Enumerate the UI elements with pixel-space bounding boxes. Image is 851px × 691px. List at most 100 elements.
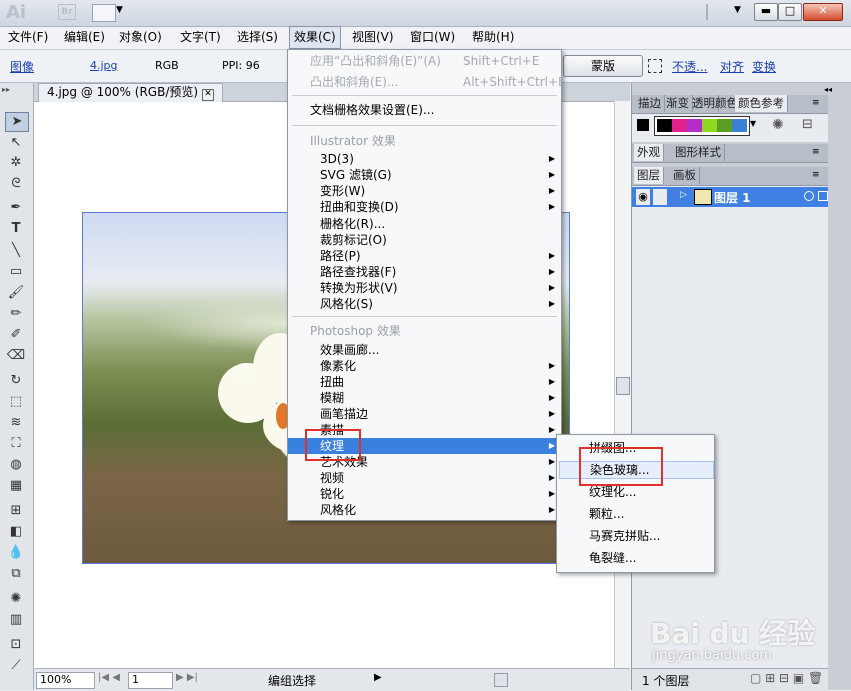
menu-item-pathfinder[interactable]: 路径查找器(F) ▶ [288,264,561,280]
menu-effect[interactable]: 效果(C) [289,26,341,49]
mask-button[interactable]: 蒙版 [563,55,643,77]
close-tab-icon[interactable]: ✕ [202,89,215,101]
eraser-tool-icon[interactable]: ⌫ [5,347,27,365]
page-field[interactable]: 1 [128,672,173,689]
direct-selection-tool-icon[interactable]: ↖ [5,134,27,152]
lasso-tool-icon[interactable]: ᘓ [5,175,27,193]
color-wheel-icon[interactable]: ✺ [772,117,784,133]
free-transform-tool-icon[interactable]: ⛶ [5,435,27,453]
menu-item-raster-settings[interactable]: 文档栅格效果设置(E)... [288,102,561,118]
transform-link[interactable]: 变换 [752,58,776,75]
blend-tool-icon[interactable]: ⧉ [5,565,27,583]
menu-item-3d[interactable]: 3D(3) ▶ [288,151,561,167]
harmony-swatch[interactable] [687,119,702,132]
status-menu-arrow[interactable]: ▶ [374,672,382,683]
submenu-item-craquelure[interactable]: 龟裂缝... [557,550,714,566]
close-button[interactable]: ✕ [803,3,843,21]
opacity-link[interactable]: 不透... [672,58,707,75]
collapse-dock-icon[interactable]: ◂◂ [824,85,832,94]
mesh-tool-icon[interactable]: ⊞ [5,502,27,520]
shape-builder-tool-icon[interactable]: ◍ [5,456,27,474]
artboard-tool-icon[interactable]: ⊡ [5,636,27,654]
menu-item-stylize-ps[interactable]: 风格化 ▶ [288,502,561,518]
menu-item-effect-gallery[interactable]: 效果画廊... [288,342,561,358]
tab-color-guide[interactable]: 颜色参考 [735,95,788,112]
menu-item-rasterize[interactable]: 栅格化(R)... [288,216,561,232]
eyedropper-tool-icon[interactable]: 💧 [5,544,27,562]
rectangle-tool-icon[interactable]: ▭ [5,263,27,281]
tab-stroke[interactable]: 描边 [635,95,665,112]
menu-object[interactable]: 对象(O) [115,27,166,48]
align-link[interactable]: 对齐 [720,58,744,75]
transform-bounds-icon[interactable] [648,59,662,73]
horizontal-scroll-thumb[interactable] [494,673,508,687]
menu-item-convert-to-shape[interactable]: 转换为形状(V) ▶ [288,280,561,296]
tab-appearance[interactable]: 外观 [634,144,664,161]
lock-toggle-icon[interactable] [653,189,667,205]
expand-layer-icon[interactable]: ▷ [680,190,687,200]
menu-file[interactable]: 文件(F) [4,27,52,48]
menu-item-warp[interactable]: 变形(W) ▶ [288,183,561,199]
tab-layers[interactable]: 图层 [634,167,664,184]
paintbrush-tool-icon[interactable]: 🖌 [5,284,27,302]
menu-item-crop-marks[interactable]: 裁剪标记(O) [288,232,561,248]
menu-item-video[interactable]: 视频 ▶ [288,470,561,486]
harmony-swatch[interactable] [732,119,747,132]
harmony-dropdown-arrow[interactable]: ▼ [750,119,756,128]
save-swatch-group-icon[interactable]: ⊟ [802,117,813,132]
layer-footer-icons[interactable]: ▢ ⊞ ⊟ ▣ 🗑 [750,671,823,685]
menu-window[interactable]: 窗口(W) [406,27,459,48]
submenu-item-mosaic-tiles[interactable]: 马赛克拼贴... [557,528,714,544]
menu-edit[interactable]: 编辑(E) [60,27,109,48]
layer-selection-indicator[interactable] [818,191,828,201]
panel-menu-icon[interactable]: ≡ [812,98,820,108]
image-label-link[interactable]: 图像 [10,58,34,75]
layer-target-icon[interactable] [804,191,814,201]
submenu-item-texturizer[interactable]: 纹理化... [557,484,714,500]
arrange-dropdown-arrow[interactable]: ▼ [116,5,123,15]
panel-menu-icon[interactable]: ≡ [812,147,820,157]
gradient-tool-icon[interactable]: ◧ [5,523,27,541]
harmony-swatch[interactable] [672,119,687,132]
arrange-documents-icon[interactable] [92,4,116,22]
menu-item-brush-strokes[interactable]: 画笔描边 ▶ [288,406,561,422]
menu-item-pixelate[interactable]: 像素化 ▶ [288,358,561,374]
layer-name[interactable]: 图层 1 [714,189,751,206]
menu-item-distort[interactable]: 扭曲 ▶ [288,374,561,390]
next-page-icon[interactable]: ▶ ▶| [176,672,198,683]
menu-select[interactable]: 选择(S) [233,27,282,48]
menu-item-path[interactable]: 路径(P) ▶ [288,248,561,264]
bridge-button[interactable]: Br [58,4,76,20]
document-tab[interactable]: 4.jpg @ 100% (RGB/预览) ✕ [38,83,224,102]
warp-tool-icon[interactable]: ≋ [5,414,27,432]
zoom-field[interactable]: 100% [36,672,95,689]
menu-item-stylize-ai[interactable]: 风格化(S) ▶ [288,296,561,312]
tab-artboards[interactable]: 画板 [670,167,700,184]
base-color-swatch[interactable] [637,119,649,131]
menu-item-svg-filters[interactable]: SVG 滤镜(G) ▶ [288,167,561,183]
filename-link[interactable]: 4.jpg [90,59,118,72]
line-tool-icon[interactable]: ╲ [5,242,27,260]
collapse-tools-icon[interactable]: ▸▸ [2,85,10,94]
visibility-eye-icon[interactable]: ◉ [636,189,650,205]
menu-help[interactable]: 帮助(H) [468,27,518,48]
selection-tool-icon[interactable]: ➤ [5,112,29,132]
menu-item-distort-transform[interactable]: 扭曲和变换(D) ▶ [288,199,561,215]
menu-view[interactable]: 视图(V) [348,27,398,48]
pen-tool-icon[interactable]: ✒ [5,199,27,217]
harmony-swatch[interactable] [717,119,732,132]
column-graph-tool-icon[interactable]: ▥ [5,611,27,629]
blob-brush-tool-icon[interactable]: ✐ [5,326,27,344]
maximize-button[interactable]: □ [778,3,802,21]
rotate-tool-icon[interactable]: ↻ [5,372,27,390]
workspace-dropdown[interactable]: ▼ [734,5,741,15]
slice-tool-icon[interactable]: ⟋ [5,657,27,675]
type-tool-icon[interactable]: T [5,220,27,238]
layer-row[interactable]: ◉ ▷ 图层 1 [632,187,828,207]
menu-item-sharpen[interactable]: 锐化 ▶ [288,486,561,502]
panel-menu-icon[interactable]: ≡ [812,170,820,180]
menu-type[interactable]: 文字(T) [176,27,225,48]
magic-wand-tool-icon[interactable]: ✲ [5,154,27,172]
minimize-button[interactable]: ▬ [754,3,778,21]
harmony-swatch[interactable] [657,119,672,132]
